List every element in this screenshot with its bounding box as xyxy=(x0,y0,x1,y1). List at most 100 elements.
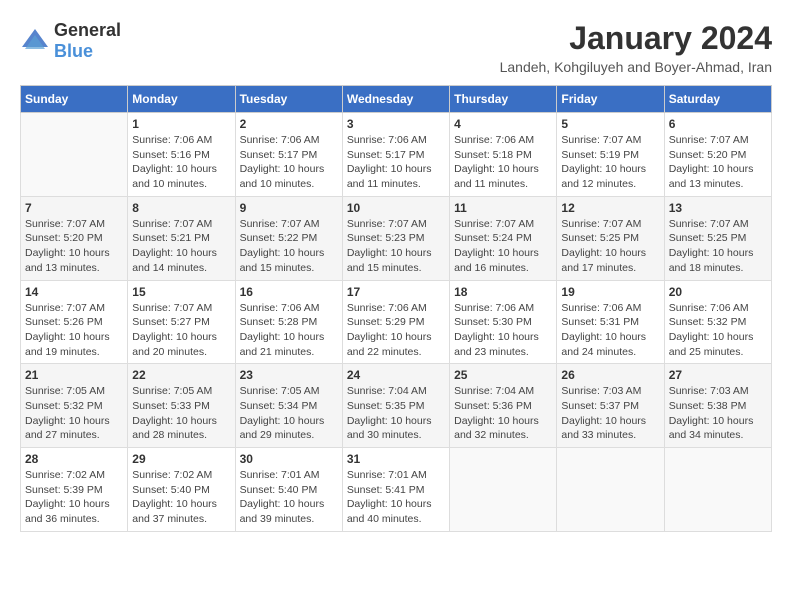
week-row-3: 14Sunrise: 7:07 AMSunset: 5:26 PMDayligh… xyxy=(21,280,772,364)
weekday-header-monday: Monday xyxy=(128,86,235,113)
day-number: 29 xyxy=(132,452,230,466)
week-row-2: 7Sunrise: 7:07 AMSunset: 5:20 PMDaylight… xyxy=(21,196,772,280)
calendar-cell: 17Sunrise: 7:06 AMSunset: 5:29 PMDayligh… xyxy=(342,280,449,364)
day-number: 15 xyxy=(132,285,230,299)
day-number: 18 xyxy=(454,285,552,299)
day-info: Sunrise: 7:01 AMSunset: 5:41 PMDaylight:… xyxy=(347,468,445,527)
day-number: 4 xyxy=(454,117,552,131)
calendar-cell: 10 Sunrise: 7:07 AMSunset: 5:23 PMDayligh… xyxy=(342,196,449,280)
week-row-1: 1 Sunrise: 7:06 AMSunset: 5:16 PMDaylight… xyxy=(21,113,772,197)
weekday-header-wednesday: Wednesday xyxy=(342,86,449,113)
calendar-cell: 13Sunrise: 7:07 AMSunset: 5:25 PMDayligh… xyxy=(664,196,771,280)
day-number: 5 xyxy=(561,117,659,131)
weekday-header-thursday: Thursday xyxy=(450,86,557,113)
weekday-header-saturday: Saturday xyxy=(664,86,771,113)
day-number: 27 xyxy=(669,368,767,382)
day-info: Sunrise: 7:06 AMSunset: 5:18 PMDaylight:… xyxy=(454,133,552,192)
day-info: Sunrise: 7:07 AMSunset: 5:24 PMDaylight:… xyxy=(454,217,552,276)
calendar-cell xyxy=(557,448,664,532)
calendar-cell: 5Sunrise: 7:07 AMSunset: 5:19 PMDaylight… xyxy=(557,113,664,197)
day-info: Sunrise: 7:07 AMSunset: 5:20 PMDaylight:… xyxy=(25,217,123,276)
day-number: 21 xyxy=(25,368,123,382)
weekday-header-tuesday: Tuesday xyxy=(235,86,342,113)
week-row-4: 21 Sunrise: 7:05 AMSunset: 5:32 PMDayligh… xyxy=(21,364,772,448)
calendar-table: SundayMondayTuesdayWednesdayThursdayFrid… xyxy=(20,85,772,532)
calendar-cell: 7Sunrise: 7:07 AMSunset: 5:20 PMDaylight… xyxy=(21,196,128,280)
day-number: 16 xyxy=(240,285,338,299)
calendar-cell: 14Sunrise: 7:07 AMSunset: 5:26 PMDayligh… xyxy=(21,280,128,364)
calendar-cell: 22Sunrise: 7:05 AMSunset: 5:33 PMDayligh… xyxy=(128,364,235,448)
location-title: Landeh, Kohgiluyeh and Boyer-Ahmad, Iran xyxy=(500,59,772,75)
weekday-header-sunday: Sunday xyxy=(21,86,128,113)
calendar-cell: 24 Sunrise: 7:04 AMSunset: 5:35 PMDayligh… xyxy=(342,364,449,448)
day-info: Sunrise: 7:05 AMSunset: 5:32 PMDaylight:… xyxy=(25,384,123,443)
day-number: 19 xyxy=(561,285,659,299)
calendar-cell xyxy=(450,448,557,532)
day-info: Sunrise: 7:07 AMSunset: 5:25 PMDaylight:… xyxy=(669,217,767,276)
month-title: January 2024 xyxy=(500,20,772,57)
day-info: Sunrise: 7:04 AMSunset: 5:36 PMDaylight:… xyxy=(454,384,552,443)
day-info: Sunrise: 7:06 AMSunset: 5:28 PMDaylight:… xyxy=(240,301,338,360)
day-number: 2 xyxy=(240,117,338,131)
calendar-cell: 20 Sunrise: 7:06 AMSunset: 5:32 PMDayligh… xyxy=(664,280,771,364)
day-info: Sunrise: 7:06 AMSunset: 5:17 PMDaylight:… xyxy=(240,133,338,192)
day-info: Sunrise: 7:07 AMSunset: 5:22 PMDaylight:… xyxy=(240,217,338,276)
calendar-cell: 9 Sunrise: 7:07 AMSunset: 5:22 PMDaylight… xyxy=(235,196,342,280)
calendar-cell: 4 Sunrise: 7:06 AMSunset: 5:18 PMDaylight… xyxy=(450,113,557,197)
calendar-cell: 30 Sunrise: 7:01 AMSunset: 5:40 PMDayligh… xyxy=(235,448,342,532)
day-number: 11 xyxy=(454,201,552,215)
logo: General Blue xyxy=(20,20,121,62)
day-number: 30 xyxy=(240,452,338,466)
day-info: Sunrise: 7:07 AMSunset: 5:25 PMDaylight:… xyxy=(561,217,659,276)
day-info: Sunrise: 7:05 AMSunset: 5:33 PMDaylight:… xyxy=(132,384,230,443)
weekday-header-friday: Friday xyxy=(557,86,664,113)
day-number: 23 xyxy=(240,368,338,382)
day-info: Sunrise: 7:03 AMSunset: 5:37 PMDaylight:… xyxy=(561,384,659,443)
logo-text-general: General xyxy=(54,20,121,40)
day-info: Sunrise: 7:06 AMSunset: 5:30 PMDaylight:… xyxy=(454,301,552,360)
day-info: Sunrise: 7:06 AMSunset: 5:17 PMDaylight:… xyxy=(347,133,445,192)
day-info: Sunrise: 7:07 AMSunset: 5:27 PMDaylight:… xyxy=(132,301,230,360)
calendar-cell: 11 Sunrise: 7:07 AMSunset: 5:24 PMDayligh… xyxy=(450,196,557,280)
calendar-cell xyxy=(21,113,128,197)
day-number: 24 xyxy=(347,368,445,382)
day-info: Sunrise: 7:07 AMSunset: 5:23 PMDaylight:… xyxy=(347,217,445,276)
day-number: 3 xyxy=(347,117,445,131)
calendar-cell: 27Sunrise: 7:03 AMSunset: 5:38 PMDayligh… xyxy=(664,364,771,448)
calendar-cell: 6Sunrise: 7:07 AMSunset: 5:20 PMDaylight… xyxy=(664,113,771,197)
calendar-cell: 31 Sunrise: 7:01 AMSunset: 5:41 PMDayligh… xyxy=(342,448,449,532)
day-number: 9 xyxy=(240,201,338,215)
day-number: 1 xyxy=(132,117,230,131)
calendar-cell: 12 Sunrise: 7:07 AMSunset: 5:25 PMDayligh… xyxy=(557,196,664,280)
day-number: 10 xyxy=(347,201,445,215)
calendar-cell: 18 Sunrise: 7:06 AMSunset: 5:30 PMDayligh… xyxy=(450,280,557,364)
calendar-cell: 16 Sunrise: 7:06 AMSunset: 5:28 PMDayligh… xyxy=(235,280,342,364)
day-number: 31 xyxy=(347,452,445,466)
calendar-cell: 15 Sunrise: 7:07 AMSunset: 5:27 PMDayligh… xyxy=(128,280,235,364)
calendar-cell: 29 Sunrise: 7:02 AMSunset: 5:40 PMDayligh… xyxy=(128,448,235,532)
calendar-cell: 2 Sunrise: 7:06 AMSunset: 5:17 PMDaylight… xyxy=(235,113,342,197)
day-number: 8 xyxy=(132,201,230,215)
day-number: 12 xyxy=(561,201,659,215)
day-info: Sunrise: 7:04 AMSunset: 5:35 PMDaylight:… xyxy=(347,384,445,443)
logo-icon xyxy=(20,27,50,55)
calendar-cell: 3 Sunrise: 7:06 AMSunset: 5:17 PMDaylight… xyxy=(342,113,449,197)
calendar-cell: 26 Sunrise: 7:03 AMSunset: 5:37 PMDayligh… xyxy=(557,364,664,448)
day-info: Sunrise: 7:07 AMSunset: 5:21 PMDaylight:… xyxy=(132,217,230,276)
day-info: Sunrise: 7:01 AMSunset: 5:40 PMDaylight:… xyxy=(240,468,338,527)
day-info: Sunrise: 7:02 AMSunset: 5:40 PMDaylight:… xyxy=(132,468,230,527)
weekday-header-row: SundayMondayTuesdayWednesdayThursdayFrid… xyxy=(21,86,772,113)
day-number: 20 xyxy=(669,285,767,299)
day-info: Sunrise: 7:07 AMSunset: 5:20 PMDaylight:… xyxy=(669,133,767,192)
title-block: January 2024 Landeh, Kohgiluyeh and Boye… xyxy=(500,20,772,75)
day-info: Sunrise: 7:05 AMSunset: 5:34 PMDaylight:… xyxy=(240,384,338,443)
calendar-cell: 28Sunrise: 7:02 AMSunset: 5:39 PMDayligh… xyxy=(21,448,128,532)
day-info: Sunrise: 7:06 AMSunset: 5:29 PMDaylight:… xyxy=(347,301,445,360)
calendar-cell: 23 Sunrise: 7:05 AMSunset: 5:34 PMDayligh… xyxy=(235,364,342,448)
week-row-5: 28Sunrise: 7:02 AMSunset: 5:39 PMDayligh… xyxy=(21,448,772,532)
day-number: 25 xyxy=(454,368,552,382)
day-info: Sunrise: 7:06 AMSunset: 5:16 PMDaylight:… xyxy=(132,133,230,192)
day-info: Sunrise: 7:06 AMSunset: 5:32 PMDaylight:… xyxy=(669,301,767,360)
day-number: 26 xyxy=(561,368,659,382)
logo-text-blue: Blue xyxy=(54,41,93,61)
